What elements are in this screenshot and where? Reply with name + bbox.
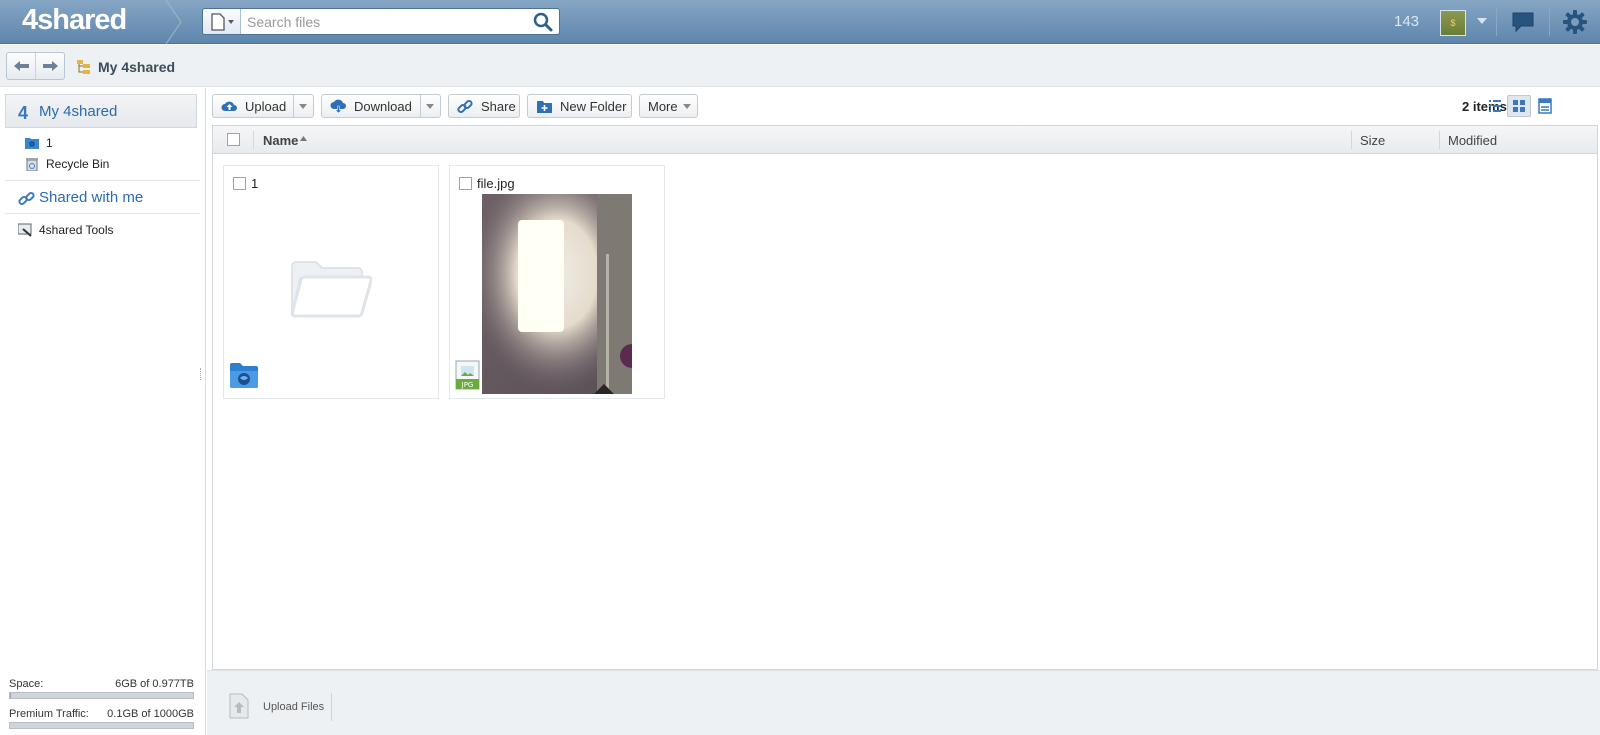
upload-label: Upload	[245, 99, 287, 114]
share-button[interactable]: Share	[448, 94, 520, 118]
space-label: Space:	[9, 678, 44, 690]
logo[interactable]: 4shared	[22, 4, 127, 37]
forward-button[interactable]	[36, 53, 65, 79]
gear-icon[interactable]	[1562, 9, 1588, 35]
header-divider	[1496, 8, 1497, 36]
avatar[interactable]: $	[1440, 10, 1466, 36]
upload-file-icon	[229, 693, 249, 719]
chevron-down-icon[interactable]	[1476, 16, 1488, 26]
header-divider	[1549, 8, 1550, 36]
traffic-progress-bar	[9, 722, 194, 729]
sidebar-item-label: Recycle Bin	[46, 157, 110, 171]
breadcrumb-bar: My 4shared	[0, 45, 1600, 87]
upload-cloud-icon	[221, 101, 237, 111]
column-header: Name Size Modified	[213, 126, 1597, 154]
upload-button[interactable]: Upload	[212, 94, 314, 118]
jpg-file-icon: JPG	[455, 360, 480, 390]
chat-icon[interactable]	[1511, 11, 1535, 33]
new-folder-label: New Folder	[560, 99, 627, 114]
image-thumbnail[interactable]	[482, 194, 632, 394]
back-button[interactable]	[7, 53, 36, 79]
chevron-down-icon[interactable]	[299, 104, 307, 109]
traffic-value: 0.1GB of 1000GB	[107, 708, 194, 720]
select-all-checkbox[interactable]	[227, 133, 240, 146]
jpg-badge-label: JPG	[461, 381, 474, 389]
bottom-divider	[331, 693, 332, 721]
download-button[interactable]: Download	[321, 94, 441, 118]
main-panel: Upload Download Share New Folder More 2 …	[207, 88, 1600, 670]
toolbar: Upload Download Share New Folder More 2 …	[207, 88, 1600, 124]
sidebar-resize-handle[interactable]	[200, 368, 203, 380]
top-header: 4shared 143 $	[0, 0, 1600, 44]
bottom-bar: Upload Files	[207, 670, 1600, 735]
upload-files-label: Upload Files	[263, 701, 325, 713]
search-input[interactable]	[247, 12, 527, 31]
history-buttons	[6, 52, 65, 80]
search-icon[interactable]	[533, 12, 553, 32]
file-tile[interactable]: 1	[223, 165, 439, 399]
grid-view-button[interactable]	[1507, 95, 1531, 117]
document-icon	[211, 13, 234, 31]
folder-icon	[290, 261, 372, 318]
space-progress-fill	[10, 693, 12, 698]
grid-view-icon	[1513, 100, 1525, 112]
column-modified[interactable]: Modified	[1448, 133, 1497, 148]
column-divider	[253, 131, 254, 149]
sidebar-item-label: 4shared Tools	[39, 223, 114, 237]
shared-folder-icon	[25, 138, 39, 149]
traffic-label: Premium Traffic:	[9, 708, 89, 720]
chevron-down-icon[interactable]	[426, 104, 434, 109]
column-divider	[1439, 131, 1440, 149]
more-button[interactable]: More	[639, 94, 698, 118]
sidebar-item-my-4shared[interactable]: 4 My 4shared	[5, 94, 197, 128]
recycle-bin-icon	[26, 158, 38, 171]
4shared-icon: 4	[18, 103, 29, 123]
file-list: Name Size Modified 1 file.jpg JPG	[212, 125, 1598, 670]
sidebar-divider	[5, 180, 200, 181]
sidebar-divider	[5, 213, 200, 214]
sidebar-item-label: 1	[46, 136, 53, 150]
file-tile[interactable]: file.jpg JPG	[449, 165, 665, 399]
detail-view-button[interactable]	[1533, 95, 1557, 117]
file-name[interactable]: 1	[251, 176, 258, 191]
sidebar-item-label: My 4shared	[39, 103, 118, 120]
search-box	[202, 8, 560, 35]
file-name[interactable]: file.jpg	[477, 176, 515, 191]
shared-folder-icon	[230, 363, 258, 388]
link-icon	[457, 99, 473, 114]
space-value: 6GB of 0.977TB	[115, 678, 194, 690]
split-divider	[293, 95, 294, 117]
split-divider	[420, 95, 421, 117]
download-label: Download	[354, 99, 412, 114]
sidebar: 4 My 4shared 1 Recycle Bin Shared with m…	[0, 88, 206, 735]
column-size[interactable]: Size	[1360, 133, 1385, 148]
link-icon	[18, 191, 35, 206]
breadcrumb-current: My 4shared	[98, 59, 176, 75]
tools-icon	[18, 223, 32, 237]
tile-checkbox[interactable]	[459, 177, 472, 190]
file-type-dropdown[interactable]	[203, 9, 241, 34]
sidebar-item-label: Shared with me	[39, 189, 144, 206]
download-cloud-icon	[330, 99, 346, 114]
new-folder-button[interactable]: New Folder	[527, 94, 632, 118]
sort-asc-icon	[300, 136, 307, 141]
chevron-down-icon	[683, 104, 691, 109]
arrow-right-icon	[43, 61, 58, 71]
column-name[interactable]: Name	[263, 133, 298, 148]
share-label: Share	[481, 99, 516, 114]
column-divider	[1351, 131, 1352, 149]
notification-counter[interactable]: 143	[1394, 13, 1419, 30]
list-view-icon	[1489, 100, 1501, 112]
detail-view-icon	[1538, 98, 1552, 114]
logo-divider	[165, 0, 182, 44]
more-label: More	[648, 99, 678, 114]
space-progress-bar	[9, 692, 194, 699]
new-folder-icon	[537, 101, 552, 113]
arrow-left-icon	[14, 61, 29, 71]
list-view-button[interactable]	[1483, 95, 1507, 117]
tile-checkbox[interactable]	[233, 177, 246, 190]
folder-tree-icon	[77, 60, 90, 74]
